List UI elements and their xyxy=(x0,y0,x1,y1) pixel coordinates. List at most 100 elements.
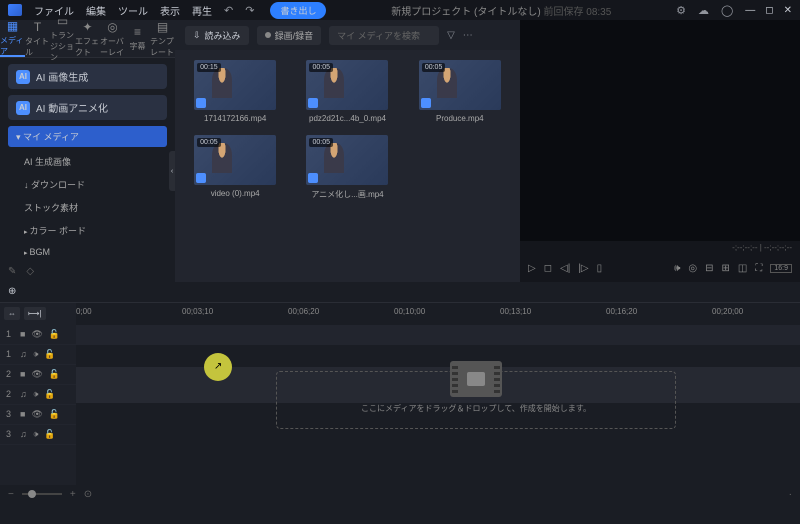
account-icon[interactable]: ◯ xyxy=(721,4,733,17)
timeline-dropzone[interactable]: ここにメディアをドラッグ＆ドロップして、作成を開始します。 xyxy=(276,371,676,429)
tab-トランジション[interactable]: ▭トランジション xyxy=(50,20,75,57)
zoom-in-icon[interactable]: + xyxy=(70,489,76,500)
media-clip[interactable]: 00:151714172166.mp4 xyxy=(185,60,285,123)
lock-icon[interactable]: 🔓 xyxy=(49,329,60,340)
zoom-fit-icon[interactable]: ⊙ xyxy=(84,489,92,500)
visibility-icon[interactable]: 👁 xyxy=(31,409,42,420)
zoom-out-icon[interactable]: − xyxy=(8,489,14,500)
ai-anime-button[interactable]: AIAI 動画アニメ化 xyxy=(8,95,167,120)
track-header[interactable]: 2■👁🔓 xyxy=(0,365,76,385)
more-icon[interactable]: ⋯ xyxy=(463,30,473,41)
add-track-icon[interactable]: ⊕ xyxy=(8,286,16,297)
preview-timecode: -;--;--;-- | --;--;--;-- xyxy=(520,241,800,254)
record-button[interactable]: 録画/録音 xyxy=(257,26,322,45)
magnet-button[interactable]: ⟼| xyxy=(24,307,46,320)
filter-icon[interactable]: ▽ xyxy=(447,30,455,41)
timeline-canvas[interactable]: 0;0000;03;1000;06;2000;10;0000;13;1000;1… xyxy=(76,303,800,485)
media-clip[interactable]: 00:05pdz2d21c...4b_0.mp4 xyxy=(297,60,397,123)
ruler-tick: 00;20;00 xyxy=(712,307,743,316)
visibility-icon[interactable]: 🕩 xyxy=(33,429,39,440)
undo-icon[interactable]: ↶ xyxy=(224,4,233,17)
sidebar-item-downloads[interactable]: ↓ ダウンロード xyxy=(8,174,167,195)
lock-icon[interactable]: 🔓 xyxy=(44,429,55,440)
menu-play[interactable]: 再生 xyxy=(192,3,212,18)
crop-icon[interactable]: ◫ xyxy=(738,263,747,274)
sidebar-item-ai-images[interactable]: AI 生成画像 xyxy=(8,151,167,172)
tab-メディア[interactable]: ▦メディア xyxy=(0,20,25,57)
track-header[interactable]: 3♫🕩🔓 xyxy=(0,425,76,445)
tab-icon: T xyxy=(34,20,41,34)
sidebar-item-colorboard[interactable]: カラー ボード xyxy=(8,220,167,241)
track-header[interactable]: 3■👁🔓 xyxy=(0,405,76,425)
search-input[interactable]: マイ メディアを検索 xyxy=(329,26,439,45)
track-lane[interactable] xyxy=(76,325,800,345)
menu-edit[interactable]: 編集 xyxy=(86,3,106,18)
settings-icon[interactable]: ⚙ xyxy=(676,4,686,17)
tab-タイトル[interactable]: Tタイトル xyxy=(25,20,50,57)
sidebar-item-stock[interactable]: ストック素材 xyxy=(8,197,167,218)
clip-filename: video (0).mp4 xyxy=(211,189,260,198)
collapse-handle[interactable]: ‹ xyxy=(169,151,175,191)
track-header[interactable]: 1■👁🔓 xyxy=(0,325,76,345)
next-frame-icon[interactable]: |▷ xyxy=(578,263,588,274)
track-header[interactable]: 1♫🕩🔓 xyxy=(0,345,76,365)
close-icon[interactable]: ✕ xyxy=(784,5,792,16)
lock-icon[interactable]: 🔓 xyxy=(49,409,60,420)
volume-icon[interactable]: 🕪 xyxy=(674,263,680,274)
minimize-icon[interactable]: — xyxy=(745,5,755,16)
snapshot pocket-icon[interactable]: ◎ xyxy=(688,263,697,274)
clip-badge xyxy=(196,98,206,108)
redo-icon[interactable]: ↷ xyxy=(245,4,254,17)
sidebar-item-bgm[interactable]: BGM xyxy=(8,243,167,260)
tab-字幕[interactable]: ≡字幕 xyxy=(125,20,150,57)
clip-duration: 00:05 xyxy=(197,138,221,147)
sidebar-my-media[interactable]: ▾ マイ メディア xyxy=(8,126,167,147)
stop-icon[interactable]: ◻ xyxy=(544,263,552,274)
lock-icon[interactable]: 🔓 xyxy=(49,369,60,380)
sidebar: AIAI 画像生成 AIAI 動画アニメ化 ▾ マイ メディア AI 生成画像 … xyxy=(0,58,175,260)
tab-エフェクト[interactable]: ✦エフェクト xyxy=(75,20,100,57)
ruler-tick: 0;00 xyxy=(76,307,92,316)
visibility-icon[interactable]: 🕩 xyxy=(33,389,39,400)
track-headers: ⇔ ⟼| 1■👁🔓1♫🕩🔓2■👁🔓2♫🕩🔓3■👁🔓3♫🕩🔓 xyxy=(0,303,76,485)
timeline-ruler[interactable]: 0;0000;03;1000;06;2000;10;0000;13;1000;1… xyxy=(76,303,800,325)
tab-テンプレート[interactable]: ▤テンプレート xyxy=(150,20,175,57)
import-button[interactable]: ⇩読み込み xyxy=(185,26,249,45)
fastfwd-icon[interactable]: ▯ xyxy=(597,263,603,274)
visibility-icon[interactable]: 👁 xyxy=(31,369,42,380)
media-clip[interactable]: 00:05 video (0).mp4 xyxy=(185,135,285,200)
fullscreen-icon[interactable]: ⛶ xyxy=(755,263,762,274)
tab-オーバーレイ[interactable]: ◎オーバーレイ xyxy=(100,20,125,57)
menu-tools[interactable]: ツール xyxy=(118,3,148,18)
media-clip[interactable]: 00:05Produce.mp4 xyxy=(410,60,510,123)
ai-image-gen-button[interactable]: AIAI 画像生成 xyxy=(8,64,167,89)
lock-icon[interactable]: 🔓 xyxy=(44,349,55,360)
pen-icon[interactable]: ✎ xyxy=(8,266,16,277)
maximize-icon[interactable]: ◻ xyxy=(765,5,773,16)
play-icon[interactable]: ▷ xyxy=(528,263,536,274)
eraser-icon[interactable]: ◇ xyxy=(26,266,34,277)
video-track-icon: ■ xyxy=(20,409,25,419)
ruler-tick: 00;06;20 xyxy=(288,307,319,316)
timeline-mode-button[interactable]: ⇔ xyxy=(4,307,20,320)
grid-icon[interactable]: ⊞ xyxy=(722,263,730,274)
clip-badge xyxy=(421,98,431,108)
preview-canvas[interactable] xyxy=(520,20,800,241)
export-button[interactable]: 書き出し xyxy=(270,2,326,19)
media-clip[interactable]: 00:05アニメ化し...画.mp4 xyxy=(297,135,397,200)
aspect-ratio[interactable]: 16:9 xyxy=(770,264,792,273)
prev-frame-icon[interactable]: ◁| xyxy=(560,263,570,274)
zoom-slider[interactable] xyxy=(22,493,62,495)
visibility-icon[interactable]: 👁 xyxy=(31,329,42,340)
timeline: ⊕ ⇔ ⟼| 1■👁🔓1♫🕩🔓2■👁🔓2♫🕩🔓3■👁🔓3♫🕩🔓 0;0000;0… xyxy=(0,282,800,504)
cloud-icon[interactable]: ☁ xyxy=(698,4,709,17)
lock-icon[interactable]: 🔓 xyxy=(44,389,55,400)
track-header[interactable]: 2♫🕩🔓 xyxy=(0,385,76,405)
compare-icon[interactable]: ⊟ xyxy=(705,263,713,274)
scroll-left-icon[interactable]: · xyxy=(789,489,792,500)
menu-view[interactable]: 表示 xyxy=(160,3,180,18)
visibility-icon[interactable]: 🕩 xyxy=(33,349,39,360)
tab-bar: ▦メディアTタイトル▭トランジション✦エフェクト◎オーバーレイ≡字幕▤テンプレー… xyxy=(0,20,175,58)
tab-icon: ▦ xyxy=(7,19,18,33)
ai-icon: AI xyxy=(16,101,30,115)
